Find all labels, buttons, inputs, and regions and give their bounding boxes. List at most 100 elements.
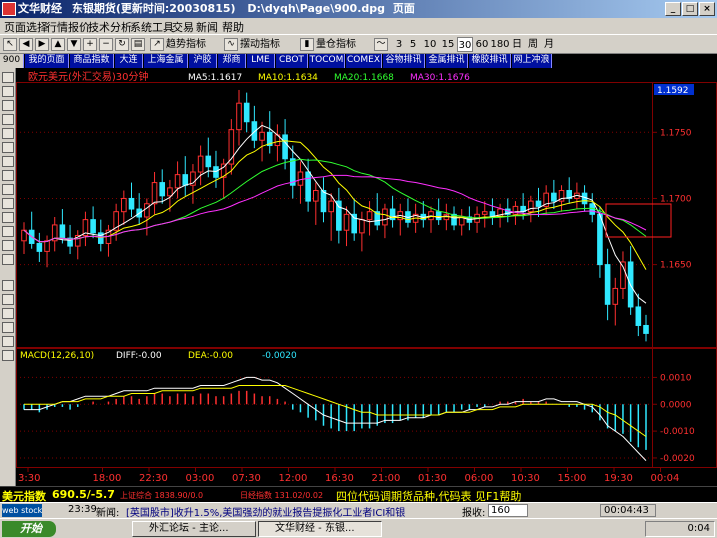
volume-indicator-button[interactable]: 量仓指标 (316, 37, 356, 52)
tab-lme[interactable]: LME (247, 54, 275, 68)
minimize-button[interactable]: _ (665, 2, 681, 16)
menu-page-select[interactable]: 页面选择 (4, 19, 48, 35)
period-5[interactable]: 5 (408, 37, 418, 52)
candle-body (205, 155, 212, 168)
tab-web-surf[interactable]: 网上冲浪 (512, 54, 552, 68)
period-15[interactable]: 15 (440, 37, 456, 52)
draw-pointer-icon[interactable] (2, 72, 14, 83)
time-tick-label: 06:00 (465, 473, 494, 484)
maximize-button[interactable]: □ (682, 2, 698, 16)
swing-indicator-button[interactable]: 摆动指标 (240, 37, 280, 52)
candle-body (597, 213, 603, 266)
arrow-down-icon[interactable] (2, 294, 14, 305)
price-panel-frame (16, 82, 717, 348)
start-label: 开始 (20, 522, 42, 535)
candle-body (320, 190, 327, 213)
arrow-up-icon[interactable] (2, 280, 14, 291)
tab-rubber-news[interactable]: 橡胶排讯 (469, 54, 511, 68)
tab-cbot[interactable]: CBOT (276, 54, 308, 68)
draw-line-icon[interactable] (2, 86, 14, 97)
tab-metal-news[interactable]: 金属排讯 (426, 54, 468, 68)
draw-percent-icon[interactable] (2, 240, 14, 251)
candle-body (167, 187, 173, 197)
pointer-icon[interactable]: ↖ (3, 38, 17, 51)
tab-dalian[interactable]: 大连 (115, 54, 143, 68)
text-icon[interactable] (2, 308, 14, 319)
status-bar: 美元指数 690.5/-5.7 上证综合 1838.90/0.0 日经指数 13… (0, 486, 717, 503)
period-week[interactable]: 周 (526, 37, 540, 52)
period-10[interactable]: 10 (422, 37, 438, 52)
tab-zhengzhou[interactable]: 郑商 (218, 54, 246, 68)
task-wenhua[interactable]: 文华财经 - 东银... (258, 521, 382, 537)
menu-help[interactable]: 帮助 (222, 19, 244, 35)
down-icon[interactable]: ▼ (67, 38, 81, 51)
draw-speed-icon[interactable] (2, 226, 14, 237)
period-30[interactable]: 30 (457, 37, 473, 52)
chart-area[interactable]: 欧元美元(外汇交易)30分钟 MA5:1.1617 MA10:1.1634 MA… (16, 68, 717, 486)
erase-icon[interactable] (2, 322, 14, 333)
start-button[interactable]: 开始 (2, 521, 56, 537)
trend-icon[interactable]: ↗ (150, 38, 164, 51)
menu-news[interactable]: 新闻 (196, 19, 218, 35)
draw-cycle-icon[interactable] (2, 212, 14, 223)
draw-circle-icon[interactable] (2, 184, 14, 195)
draw-fibonacci-icon[interactable] (2, 142, 14, 153)
lock-icon[interactable] (2, 350, 14, 361)
draw-regression-icon[interactable] (2, 254, 14, 265)
period-month[interactable]: 月 (542, 37, 556, 52)
draw-gann-icon[interactable] (2, 198, 14, 209)
candle-body (144, 203, 150, 218)
tab-900[interactable]: 900 (0, 54, 24, 68)
tab-rubber[interactable]: 沪胶 (189, 54, 217, 68)
print-icon[interactable]: ▤ (131, 38, 145, 51)
tab-commodity-index[interactable]: 商品指数 (70, 54, 114, 68)
menu-tech-analysis[interactable]: 技术分析 (88, 19, 132, 35)
up-icon[interactable]: ▲ (51, 38, 65, 51)
save-icon[interactable] (2, 336, 14, 347)
news-ticker[interactable]: [英国股市]收升1.5%,美国强劲的就业报告提振化工业者ICI和银 (126, 504, 405, 519)
order-value[interactable]: 160 (488, 504, 528, 517)
period-3[interactable]: 3 (394, 37, 404, 52)
last-price-text: 1.1592 (657, 86, 689, 96)
toolbar: ↖ ◀ ▶ ▲ ▼ + − ↻ ▤ ↗ 趋势指标 ∿ 摆动指标 ▮ 量仓指标 〜… (0, 34, 717, 54)
refresh-icon[interactable]: ↻ (115, 38, 129, 51)
draw-rect-icon[interactable] (2, 156, 14, 167)
candle-body (382, 208, 388, 226)
ma10-label: MA10:1.1634 (258, 73, 318, 83)
tab-grain-news[interactable]: 谷物排讯 (383, 54, 425, 68)
zoom-in-icon[interactable]: + (83, 38, 97, 51)
draw-channel-icon[interactable] (2, 114, 14, 125)
swing-icon[interactable]: ∿ (224, 38, 238, 51)
period-day[interactable]: 日 (510, 37, 524, 52)
macd-grid (16, 376, 652, 459)
tab-comex[interactable]: COMEX (346, 54, 382, 68)
price-axis-ticks: 1.1750 1.1700 1.1650 (652, 128, 692, 271)
tab-shanghai-metal[interactable]: 上海金属 (144, 54, 188, 68)
menu-system-tools[interactable]: 系统工具 (130, 19, 174, 35)
candle-body (528, 200, 534, 213)
news-label: 新闻: (96, 508, 120, 519)
wave-icon[interactable]: 〜 (374, 38, 388, 51)
forward-icon[interactable]: ▶ (35, 38, 49, 51)
chart-svg[interactable]: 欧元美元(外汇交易)30分钟 MA5:1.1617 MA10:1.1634 MA… (16, 68, 717, 486)
period-60[interactable]: 60 (474, 37, 490, 52)
tab-my-page[interactable]: 我的页面 (25, 54, 69, 68)
menu-quotes[interactable]: 行情报价 (46, 19, 90, 35)
tab-tocom[interactable]: TOCOM (309, 54, 345, 68)
period-180[interactable]: 180 (490, 37, 510, 52)
close-button[interactable]: × (699, 2, 715, 16)
volume-icon[interactable]: ▮ (300, 38, 314, 51)
draw-parallel-icon[interactable] (2, 128, 14, 139)
ma20-label: MA20:1.1668 (334, 73, 394, 83)
back-icon[interactable]: ◀ (19, 38, 33, 51)
candle-body (297, 171, 304, 186)
draw-ray-icon[interactable] (2, 100, 14, 111)
task-forum[interactable]: 外汇论坛 - 主论... (132, 521, 256, 537)
draw-arc-icon[interactable] (2, 170, 14, 181)
task-forum-label: 外汇论坛 - 主论... (149, 523, 229, 534)
time-tick-label: 15:00 (558, 473, 587, 484)
zoom-out-icon[interactable]: − (99, 38, 113, 51)
menu-trade[interactable]: 交易 (172, 19, 194, 35)
trend-indicator-button[interactable]: 趋势指标 (166, 37, 206, 52)
candle-body (366, 211, 373, 221)
